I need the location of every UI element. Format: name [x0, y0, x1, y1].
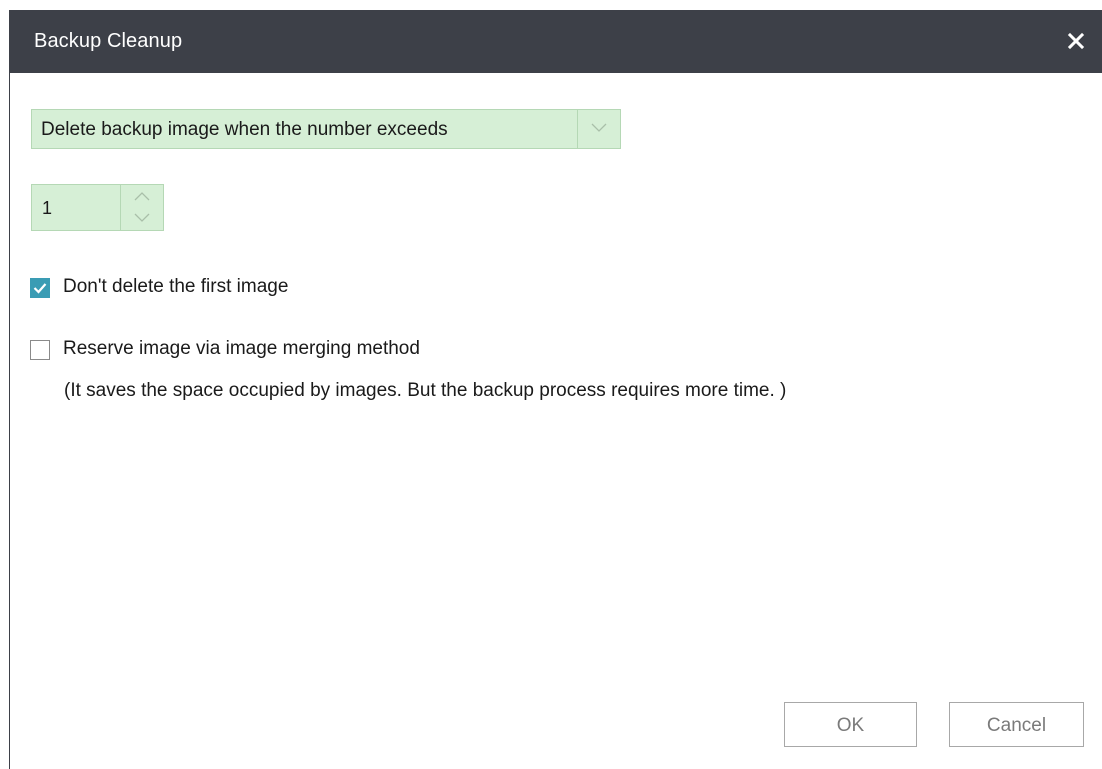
dropdown-arrow-button[interactable] — [577, 110, 620, 148]
title-bar: Backup Cleanup — [10, 10, 1102, 73]
chevron-up-icon — [134, 192, 150, 201]
decrement-button[interactable] — [121, 207, 163, 229]
keep-first-image-label[interactable]: Don't delete the first image — [63, 276, 288, 298]
close-icon — [1067, 32, 1085, 50]
cancel-button[interactable]: Cancel — [949, 702, 1084, 747]
dialog-title: Backup Cleanup — [34, 30, 183, 52]
ok-button[interactable]: OK — [784, 702, 917, 747]
close-button[interactable] — [1063, 28, 1089, 54]
cleanup-mode-value: Delete backup image when the number exce… — [41, 119, 448, 140]
cleanup-mode-dropdown[interactable]: Delete backup image when the number exce… — [31, 109, 621, 149]
merge-images-note: (It saves the space occupied by images. … — [64, 380, 787, 401]
image-count-stepper[interactable]: 1 — [31, 184, 164, 231]
backup-cleanup-dialog: Backup Cleanup Delete backup image when … — [9, 10, 1102, 769]
merge-images-checkbox[interactable] — [30, 340, 50, 360]
merge-images-label[interactable]: Reserve image via image merging method — [63, 338, 420, 360]
increment-button[interactable] — [121, 185, 163, 207]
stepper-buttons — [120, 185, 163, 230]
chevron-down-icon — [591, 123, 607, 132]
keep-first-image-checkbox[interactable] — [30, 278, 50, 298]
image-count-value[interactable]: 1 — [42, 198, 52, 219]
checkmark-icon — [33, 283, 47, 294]
chevron-down-icon — [134, 213, 150, 222]
